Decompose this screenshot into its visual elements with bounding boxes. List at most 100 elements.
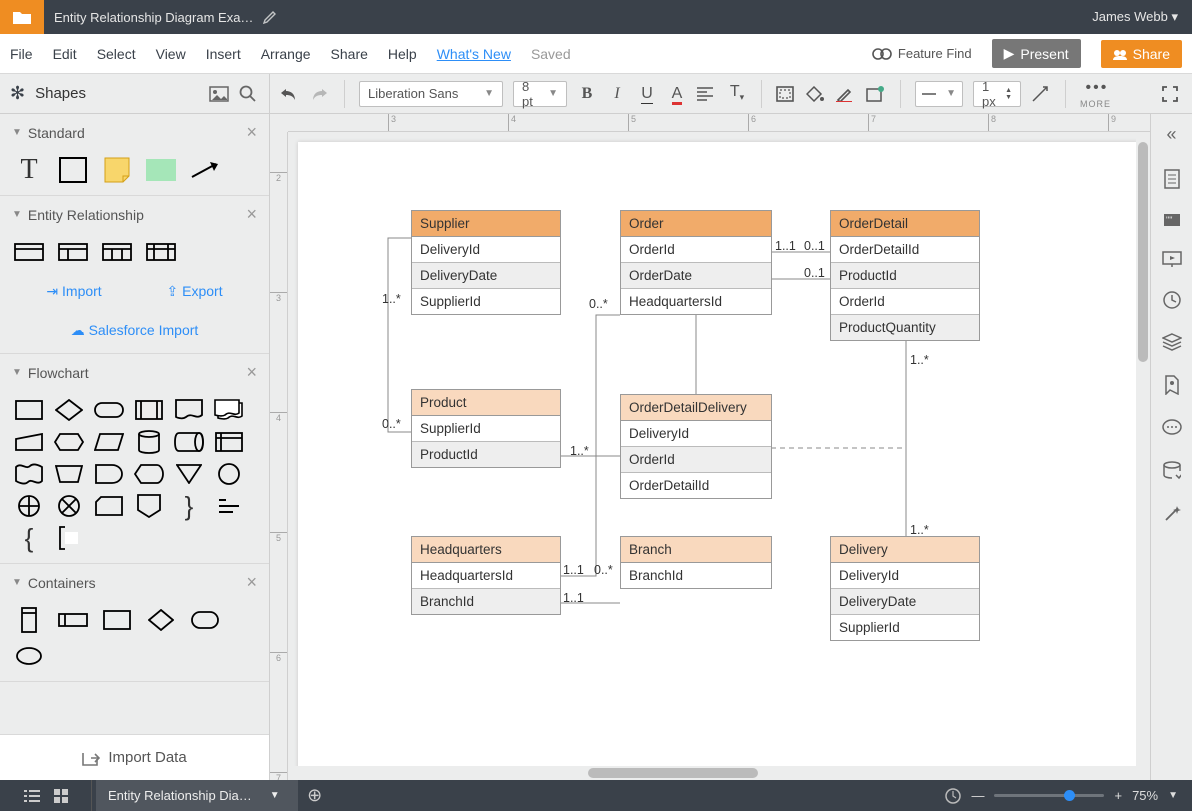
size-select[interactable]: 8 pt▼: [513, 81, 567, 107]
image-icon[interactable]: [209, 86, 229, 102]
fc-direct[interactable]: [174, 431, 204, 453]
entity-orderdetaildelivery[interactable]: OrderDetailDelivery DeliveryId OrderId O…: [620, 394, 772, 499]
fc-manual-in[interactable]: [14, 431, 44, 453]
font-select[interactable]: Liberation Sans▼: [359, 81, 503, 107]
present-button[interactable]: ▶ Present: [992, 39, 1081, 68]
field[interactable]: OrderDate: [621, 263, 771, 289]
entity-order[interactable]: Order OrderId OrderDate HeadquartersId: [620, 210, 772, 315]
menu-share[interactable]: Share: [331, 46, 368, 62]
field[interactable]: DeliveryId: [412, 237, 560, 263]
fc-delay[interactable]: [94, 463, 124, 485]
field[interactable]: OrderId: [621, 237, 771, 263]
close-icon[interactable]: ×: [246, 122, 257, 143]
menu-select[interactable]: Select: [97, 46, 136, 62]
fc-tape[interactable]: [14, 463, 44, 485]
er-shape-2[interactable]: [58, 241, 88, 263]
bold-icon[interactable]: B: [577, 85, 597, 103]
salesforce-link[interactable]: ☁ Salesforce Import: [14, 322, 255, 339]
fc-doc[interactable]: [174, 399, 204, 421]
cont-2[interactable]: [58, 609, 88, 631]
menu-help[interactable]: Help: [388, 46, 417, 62]
pencil-icon[interactable]: [263, 10, 277, 24]
undo-icon[interactable]: [280, 87, 300, 101]
scrollbar-horizontal[interactable]: [288, 766, 1150, 780]
more-icon[interactable]: •••: [1086, 79, 1106, 97]
feature-find[interactable]: Feature Find: [872, 46, 972, 61]
block-shape[interactable]: [146, 159, 176, 181]
user-menu[interactable]: James Webb ▾: [1078, 9, 1192, 25]
fc-db[interactable]: [134, 431, 164, 453]
field[interactable]: DeliveryDate: [831, 589, 979, 615]
fullscreen-icon[interactable]: [1162, 86, 1182, 102]
fc-multidoc[interactable]: [214, 399, 244, 421]
field[interactable]: ProductId: [831, 263, 979, 289]
field[interactable]: DeliveryDate: [412, 263, 560, 289]
presentation-icon[interactable]: [1162, 251, 1182, 267]
add-page-button[interactable]: ⊕: [298, 785, 332, 806]
canvas[interactable]: 3456789 234567: [270, 114, 1150, 780]
scrollbar-vertical[interactable]: [1136, 132, 1150, 766]
er-shape-4[interactable]: [146, 241, 176, 263]
entity-product[interactable]: Product SupplierId ProductId: [411, 389, 561, 468]
align-icon[interactable]: [697, 87, 717, 101]
layers-icon[interactable]: [1162, 333, 1182, 351]
zoom-value[interactable]: 75%: [1132, 788, 1158, 803]
field[interactable]: ProductQuantity: [831, 315, 979, 340]
menu-view[interactable]: View: [156, 46, 186, 62]
field[interactable]: OrderId: [621, 447, 771, 473]
field[interactable]: BranchId: [621, 563, 771, 588]
line-style-icon[interactable]: [1031, 85, 1051, 103]
fc-or[interactable]: [14, 495, 44, 517]
export-link[interactable]: ⇪ Export: [167, 283, 223, 300]
fc-intstore[interactable]: [214, 431, 244, 453]
cont-4[interactable]: [146, 609, 176, 631]
menu-insert[interactable]: Insert: [206, 46, 241, 62]
zoom-menu[interactable]: ▼: [1168, 790, 1178, 801]
entity-orderdetail[interactable]: OrderDetail OrderDetailId ProductId Orde…: [830, 210, 980, 341]
cont-3[interactable]: [102, 609, 132, 631]
field[interactable]: OrderDetailId: [621, 473, 771, 498]
entity-supplier[interactable]: Supplier DeliveryId DeliveryDate Supplie…: [411, 210, 561, 315]
close-icon[interactable]: ×: [246, 572, 257, 593]
data-icon[interactable]: [1163, 461, 1181, 481]
fill-icon[interactable]: [806, 86, 826, 102]
field[interactable]: SupplierId: [831, 615, 979, 640]
page[interactable]: 1..* 0..* 1..* 0..* 1..1 0..1 0..1 1..* …: [298, 142, 1138, 782]
zoom-slider[interactable]: [994, 794, 1104, 797]
underline-icon[interactable]: U: [637, 85, 657, 103]
entity-delivery[interactable]: Delivery DeliveryId DeliveryDate Supplie…: [830, 536, 980, 641]
import-data-button[interactable]: Import Data: [0, 734, 269, 780]
italic-icon[interactable]: I: [607, 85, 627, 103]
field[interactable]: SupplierId: [412, 289, 560, 314]
fc-annotate[interactable]: [54, 527, 84, 549]
zoom-out-button[interactable]: —: [971, 788, 984, 803]
entity-branch[interactable]: Branch BranchId: [620, 536, 772, 589]
history-icon[interactable]: [1163, 291, 1181, 309]
category-er[interactable]: ▼Entity Relationship×: [0, 196, 269, 233]
page-tab[interactable]: Entity Relationship Dia…▼: [96, 780, 298, 811]
menu-whatsnew[interactable]: What's New: [437, 46, 511, 62]
field[interactable]: DeliveryId: [621, 421, 771, 447]
border-color-icon[interactable]: [836, 86, 856, 102]
field[interactable]: OrderId: [831, 289, 979, 315]
fc-rect[interactable]: [14, 399, 44, 421]
fc-diamond[interactable]: [54, 399, 84, 421]
cont-5[interactable]: [190, 609, 220, 631]
tag-icon[interactable]: [1164, 375, 1180, 395]
note-shape[interactable]: [102, 159, 132, 181]
close-icon[interactable]: ×: [246, 362, 257, 383]
cont-6[interactable]: [14, 645, 44, 667]
shape-options-icon[interactable]: [866, 86, 886, 102]
grid-view-icon[interactable]: [54, 789, 68, 803]
fc-card[interactable]: [94, 495, 124, 517]
fc-offpage[interactable]: [134, 495, 164, 517]
fc-manual[interactable]: [54, 463, 84, 485]
fc-note[interactable]: [214, 495, 244, 517]
fc-data[interactable]: [94, 431, 124, 453]
stroke-width-select[interactable]: 1 px▲▼: [973, 81, 1021, 107]
chat-icon[interactable]: [1162, 419, 1182, 437]
er-shape-1[interactable]: [14, 241, 44, 263]
er-shape-3[interactable]: [102, 241, 132, 263]
field[interactable]: BranchId: [412, 589, 560, 614]
category-standard[interactable]: ▼Standard×: [0, 114, 269, 151]
